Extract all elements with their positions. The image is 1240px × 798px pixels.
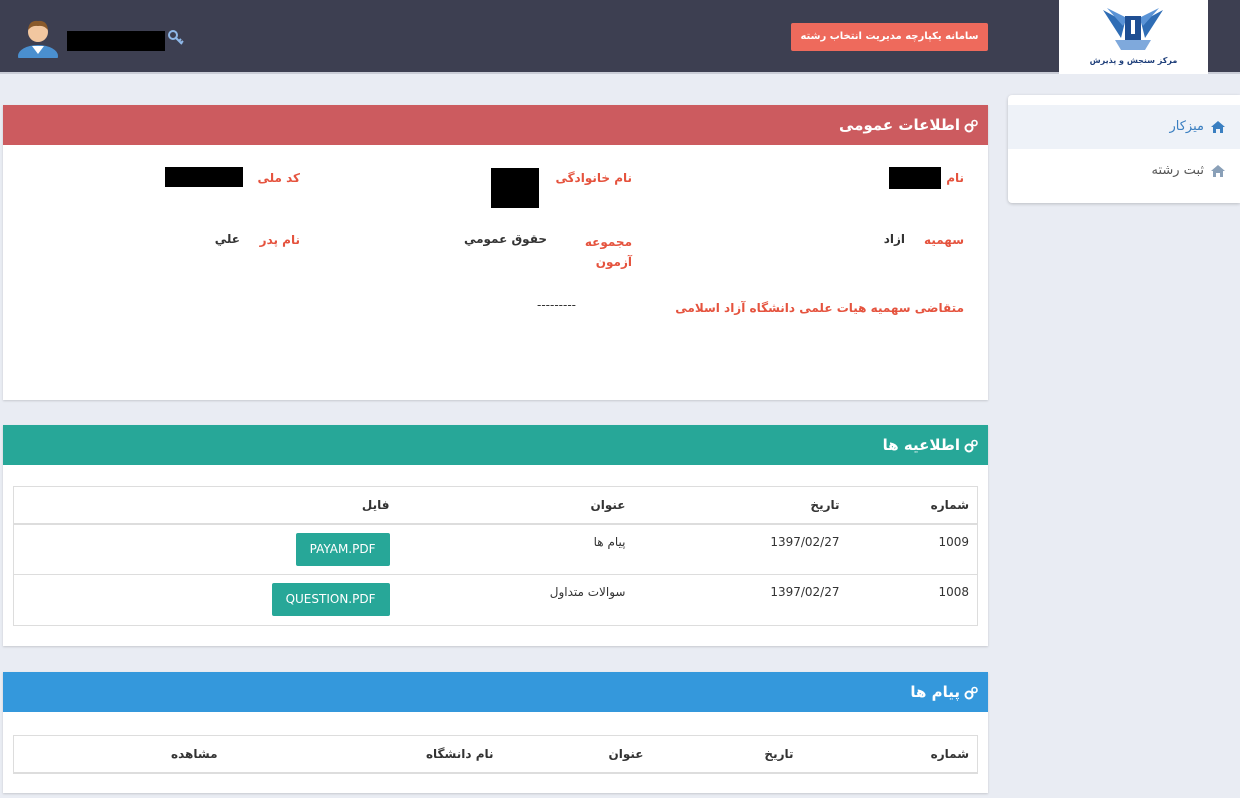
gears-icon (964, 439, 978, 452)
messages-header: پیام ها (3, 672, 988, 712)
sidebar: میزکار ثبت رشته (1008, 95, 1240, 203)
national-code-label: کد ملی (257, 171, 300, 185)
logo-text: مرکز سنجش و پذیرش (1089, 56, 1178, 65)
faculty-quota-applicant-value: --------- (537, 298, 576, 312)
family-label: نام خانوادگی (555, 171, 632, 185)
father-name-label: نام پدر (259, 233, 300, 247)
table-header-row: شماره تاریخ عنوان نام دانشگاه مشاهده (13, 735, 978, 774)
cell-title: سوالات متداول (397, 574, 634, 626)
exam-group-value: حقوق عمومي (463, 232, 547, 246)
sidebar-item-label: ثبت رشته (1151, 163, 1204, 178)
download-pdf-button[interactable]: QUESTION.PDF (271, 583, 390, 616)
cell-file: QUESTION.PDF (13, 574, 398, 626)
gears-icon (964, 119, 978, 132)
quota-value: ازاد (883, 232, 905, 246)
column-header-view: مشاهده (13, 735, 226, 774)
column-header-date: تاریخ (651, 735, 802, 774)
download-pdf-button[interactable]: PAYAM.PDF (295, 532, 390, 566)
announcements-panel: اطلاعیه ها شماره تاریخ عنوان فایل 1009 1… (3, 425, 988, 646)
column-header-title: عنوان (501, 735, 652, 774)
cell-title: پیام ها (397, 523, 634, 575)
sidebar-item-label: میزکار (1169, 119, 1205, 134)
logo[interactable]: مرکز سنجش و پذیرش (1059, 0, 1208, 74)
name-label: نام (946, 171, 964, 185)
name-value-redacted (889, 167, 941, 189)
messages-panel: پیام ها شماره تاریخ عنوان نام دانشگاه مش… (3, 672, 988, 793)
panel-title: اطلاعیه ها (882, 436, 960, 454)
home-icon (1211, 120, 1225, 133)
table-header-row: شماره تاریخ عنوان فایل (13, 486, 978, 525)
system-title-button[interactable]: سامانه یکپارچه مدیریت انتخاب رشته (791, 23, 988, 51)
column-header-number: شماره (801, 735, 978, 774)
quota-label: سهمیه (924, 233, 964, 247)
announcements-table: شماره تاریخ عنوان فایل 1009 1397/02/27 پ… (13, 486, 978, 626)
table-row: 1009 1397/02/27 پیام ها PAYAM.PDF (13, 523, 978, 575)
national-code-value-redacted (165, 167, 243, 187)
general-info-header: اطلاعات عمومی (3, 105, 988, 145)
cell-date: 1397/02/27 (633, 523, 848, 575)
father-name-value: علي (214, 232, 240, 246)
key-icon[interactable] (168, 30, 184, 46)
column-header-university: نام دانشگاه (225, 735, 502, 774)
column-header-number: شماره (847, 486, 978, 525)
panel-title: اطلاعات عمومی (838, 116, 960, 134)
university-logo-icon (1103, 8, 1163, 50)
general-info-panel: اطلاعات عمومی نام نام خانوادگی کد ملی سه… (3, 105, 988, 400)
home-icon (1211, 164, 1225, 177)
cell-date: 1397/02/27 (633, 574, 848, 626)
column-header-file: فایل (13, 486, 398, 525)
panel-title: پیام ها (910, 683, 960, 701)
username-redacted (67, 31, 165, 51)
column-header-title: عنوان (397, 486, 634, 525)
messages-table: شماره تاریخ عنوان نام دانشگاه مشاهده (13, 735, 978, 774)
exam-group-label: مجموعه آزمون (584, 235, 632, 269)
column-header-date: تاریخ (633, 486, 848, 525)
sidebar-item-register-field[interactable]: ثبت رشته (1008, 149, 1240, 193)
cell-file: PAYAM.PDF (13, 523, 398, 575)
announcements-header: اطلاعیه ها (3, 425, 988, 465)
cell-number: 1009 (847, 523, 978, 575)
top-navbar: مرکز سنجش و پذیرش سامانه یکپارچه مدیریت … (0, 0, 1240, 74)
cell-number: 1008 (847, 574, 978, 626)
sidebar-item-desk[interactable]: میزکار (1008, 105, 1240, 149)
faculty-quota-applicant-label: متقاضی سهمیه هیات علمی دانشگاه آزاد اسلا… (675, 301, 964, 315)
user-avatar-icon[interactable] (17, 16, 59, 58)
family-value-redacted (491, 168, 539, 208)
table-row: 1008 1397/02/27 سوالات متداول QUESTION.P… (13, 574, 978, 626)
gears-icon (964, 686, 978, 699)
